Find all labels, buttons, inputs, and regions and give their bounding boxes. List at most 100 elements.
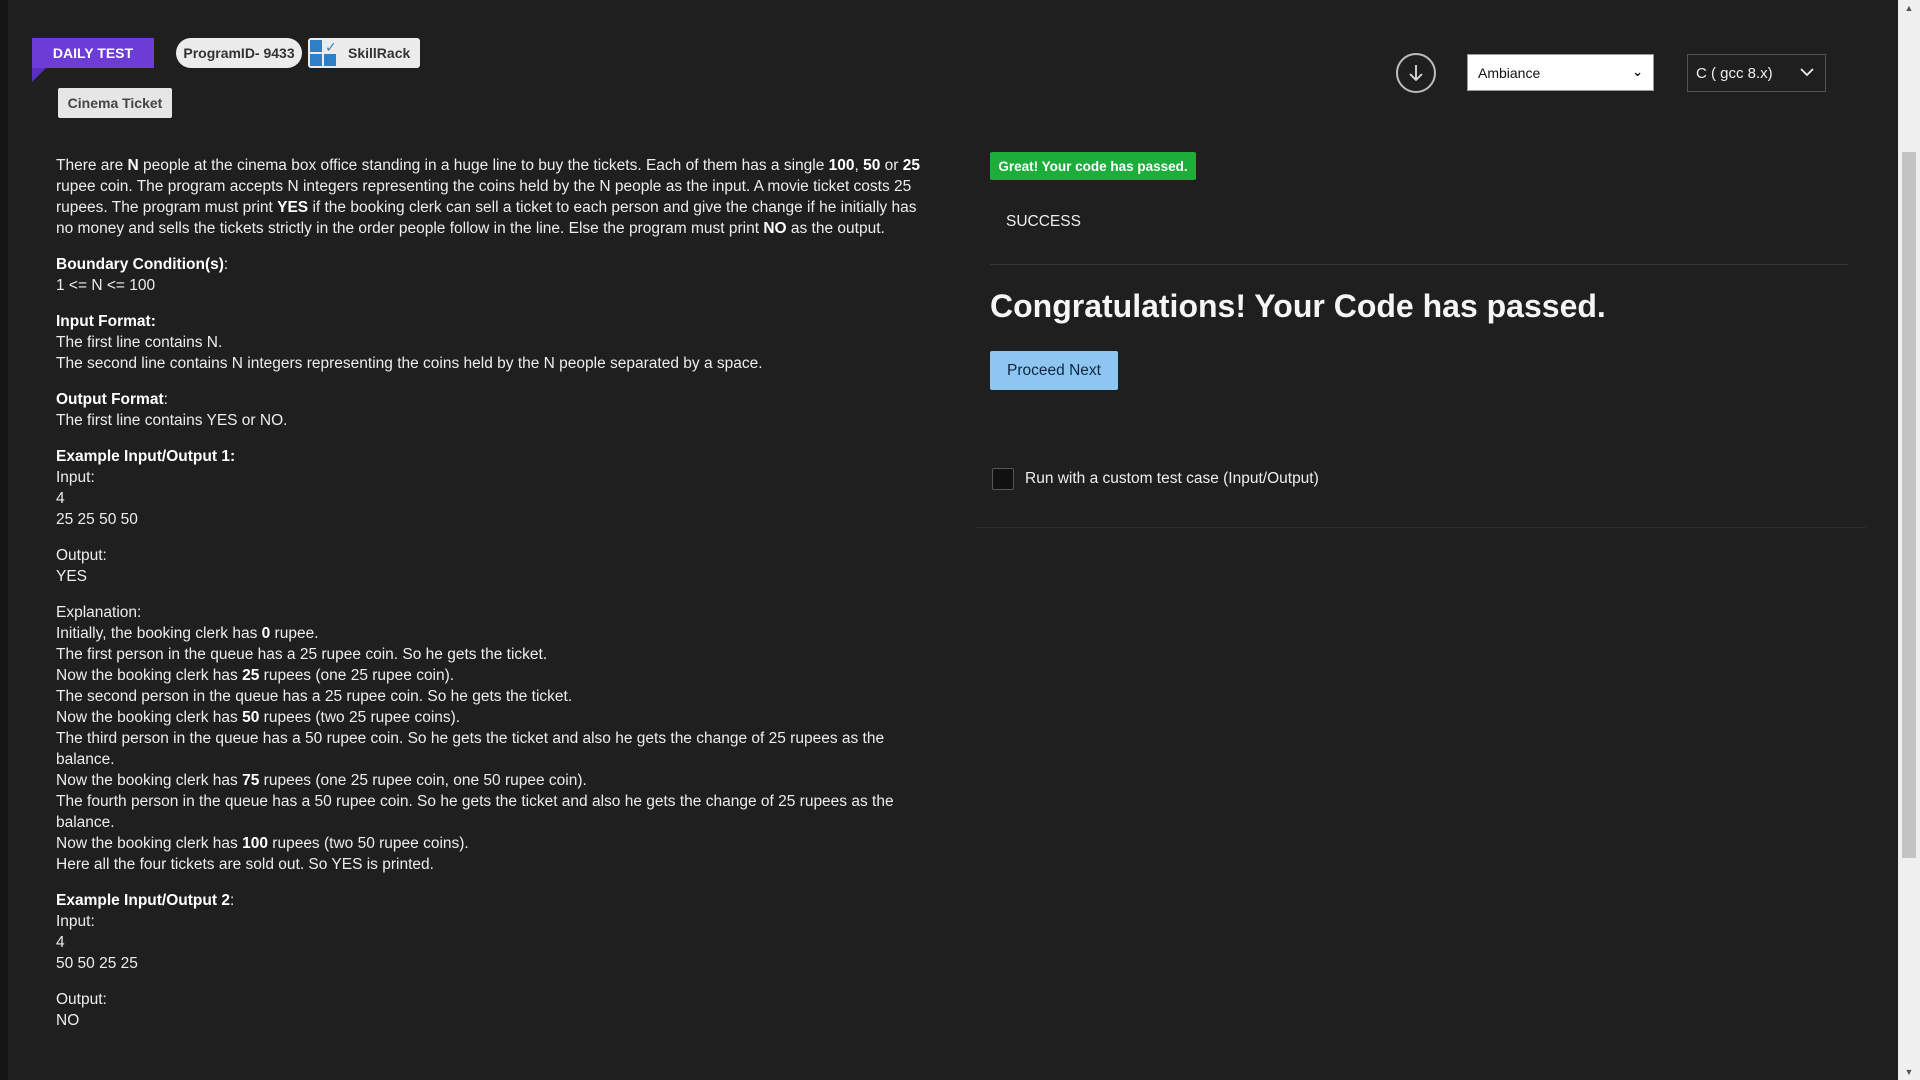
input-format-section: Input Format: The first line contains N.… — [56, 311, 926, 374]
boundary-line: 1 <= N <= 100 — [56, 277, 156, 294]
custom-test-checkbox[interactable] — [992, 468, 1014, 490]
output-format-section: Output Format: The first line contains Y… — [56, 389, 926, 431]
example1-input-label: Input: — [56, 469, 95, 486]
language-select[interactable]: C ( gcc 8.x) — [1687, 54, 1826, 92]
example1-output-label: Output: — [56, 547, 107, 564]
emphasized-text: 25 — [242, 667, 260, 684]
text-run: Here all the four tickets are sold out. … — [56, 856, 434, 873]
status-text: SUCCESS — [1006, 213, 1081, 230]
example2-input-line: 50 50 25 25 — [56, 955, 138, 972]
daily-test-badge: DAILY TEST — [32, 38, 154, 82]
text-run: rupee. — [270, 625, 319, 642]
custom-test-row[interactable]: Run with a custom test case (Input/Outpu… — [992, 468, 1319, 490]
text-run: The second person in the queue has a 25 … — [56, 688, 573, 705]
problem-title-chip: Cinema Ticket — [58, 88, 172, 118]
congrats-heading: Congratulations! Your Code has passed. — [990, 288, 1606, 324]
page-scrollbar[interactable]: ▲ ▼ — [1898, 0, 1920, 1080]
explanation-line: The first person in the queue has a 25 r… — [56, 644, 926, 665]
output-format-line: The first line contains YES or NO. — [56, 412, 288, 429]
text-run: rupees (two 50 rupee coins). — [267, 835, 469, 852]
emphasized-text: 100 — [828, 157, 855, 174]
download-icon — [1409, 65, 1423, 82]
proceed-next-button[interactable]: Proceed Next — [990, 351, 1118, 390]
explanation-line: Initially, the booking clerk has 0 rupee… — [56, 623, 926, 644]
chevron-down-icon — [1800, 68, 1814, 77]
emphasized-text: 0 — [261, 625, 271, 642]
text-run: Now the booking clerk has — [56, 835, 243, 852]
explanation-line: Now the booking clerk has 50 rupees (two… — [56, 707, 926, 728]
example2-output-label: Output: — [56, 991, 107, 1008]
input-format-line: The first line contains N. — [56, 334, 223, 351]
example2-input-section: Example Input/Output 2: Input: 4 50 50 2… — [56, 890, 926, 974]
program-id-pill: ProgramID- 9433 — [176, 38, 302, 68]
page: DAILY TEST ProgramID- 9433 ✓ SkillRack C… — [8, 0, 1890, 1080]
text-run: , — [854, 157, 864, 174]
scroll-thumb[interactable] — [1902, 152, 1916, 858]
text-run: Now the booking clerk has — [56, 667, 243, 684]
emphasized-text: 100 — [242, 835, 268, 852]
problem-intro: There are N people at the cinema box off… — [56, 155, 926, 239]
boundary-heading: Boundary Condition(s) — [56, 256, 224, 273]
explanation-line: The fourth person in the queue has a 50 … — [56, 791, 926, 833]
problem-statement: There are N people at the cinema box off… — [56, 155, 926, 1046]
chevron-down-icon: ⌄ — [1632, 64, 1643, 79]
text-run: The first person in the queue has a 25 r… — [56, 646, 548, 663]
emphasized-text: 25 — [902, 157, 921, 174]
text-run: Initially, the booking clerk has — [56, 625, 262, 642]
text-run: Now the booking clerk has — [56, 709, 243, 726]
text-run: There are — [56, 157, 128, 174]
skillrack-link[interactable]: ✓ SkillRack — [308, 38, 420, 68]
text-run: rupees (one 25 rupee coin). — [259, 667, 455, 684]
skillrack-logo-icon: ✓ — [308, 38, 340, 68]
theme-select[interactable]: Ambiance ⌄ — [1467, 54, 1654, 91]
text-run: The third person in the queue has a 50 r… — [56, 730, 885, 768]
scroll-up-arrow-icon[interactable]: ▲ — [1898, 0, 1920, 16]
text-run: The fourth person in the queue has a 50 … — [56, 793, 894, 831]
explanation-line: Here all the four tickets are sold out. … — [56, 854, 926, 875]
explanation-line: Now the booking clerk has 25 rupees (one… — [56, 665, 926, 686]
text-run: people at the cinema box office standing… — [138, 157, 829, 174]
example2-output-section: Output: NO — [56, 989, 926, 1031]
emphasized-text: YES — [277, 199, 309, 216]
example2-input-label: Input: — [56, 913, 95, 930]
text-run: rupees (one 25 rupee coin, one 50 rupee … — [259, 772, 587, 789]
explanation-line: Now the booking clerk has 75 rupees (one… — [56, 770, 926, 791]
emphasized-text: NO — [763, 220, 787, 237]
theme-select-value: Ambiance — [1478, 64, 1541, 81]
example1-input-line: 25 25 50 50 — [56, 511, 138, 528]
custom-test-label: Run with a custom test case (Input/Outpu… — [1025, 470, 1319, 487]
input-format-heading: Input Format: — [56, 313, 156, 330]
example1-heading: Example Input/Output 1: — [56, 448, 236, 465]
example2-output-value: NO — [56, 1012, 80, 1029]
language-select-value: C ( gcc 8.x) — [1696, 64, 1773, 82]
text-run: or — [880, 157, 903, 174]
emphasized-text: N — [127, 157, 139, 174]
input-format-line: The second line contains N integers repr… — [56, 355, 763, 372]
text-run: Now the booking clerk has — [56, 772, 243, 789]
explanation-section: Explanation: Initially, the booking cler… — [56, 602, 926, 875]
emphasized-text: 50 — [242, 709, 260, 726]
output-format-heading: Output Format — [56, 391, 164, 408]
download-button[interactable] — [1396, 53, 1436, 93]
emphasized-text: 75 — [242, 772, 260, 789]
scroll-down-arrow-icon[interactable]: ▼ — [1898, 1064, 1920, 1080]
text-run: as the output. — [786, 220, 885, 237]
divider — [990, 264, 1848, 265]
text-run: rupees (two 25 rupee coins). — [259, 709, 461, 726]
explanation-label: Explanation: — [56, 604, 142, 621]
explanation-line: The third person in the queue has a 50 r… — [56, 728, 926, 770]
example2-input-line: 4 — [56, 934, 65, 951]
explanation-line: The second person in the queue has a 25 … — [56, 686, 926, 707]
example1-output-value: YES — [56, 568, 88, 585]
skillrack-label: SkillRack — [348, 45, 411, 61]
emphasized-text: 50 — [863, 157, 881, 174]
divider — [976, 527, 1866, 528]
explanation-line: Now the booking clerk has 100 rupees (tw… — [56, 833, 926, 854]
boundary-section: Boundary Condition(s): 1 <= N <= 100 — [56, 254, 926, 296]
example1-input-section: Example Input/Output 1: Input: 4 25 25 5… — [56, 446, 926, 530]
example1-input-line: 4 — [56, 490, 65, 507]
example1-output-section: Output: YES — [56, 545, 926, 587]
example2-heading: Example Input/Output 2 — [56, 892, 230, 909]
success-badge: Great! Your code has passed. — [990, 152, 1196, 180]
left-edge-strip — [0, 0, 8, 1080]
